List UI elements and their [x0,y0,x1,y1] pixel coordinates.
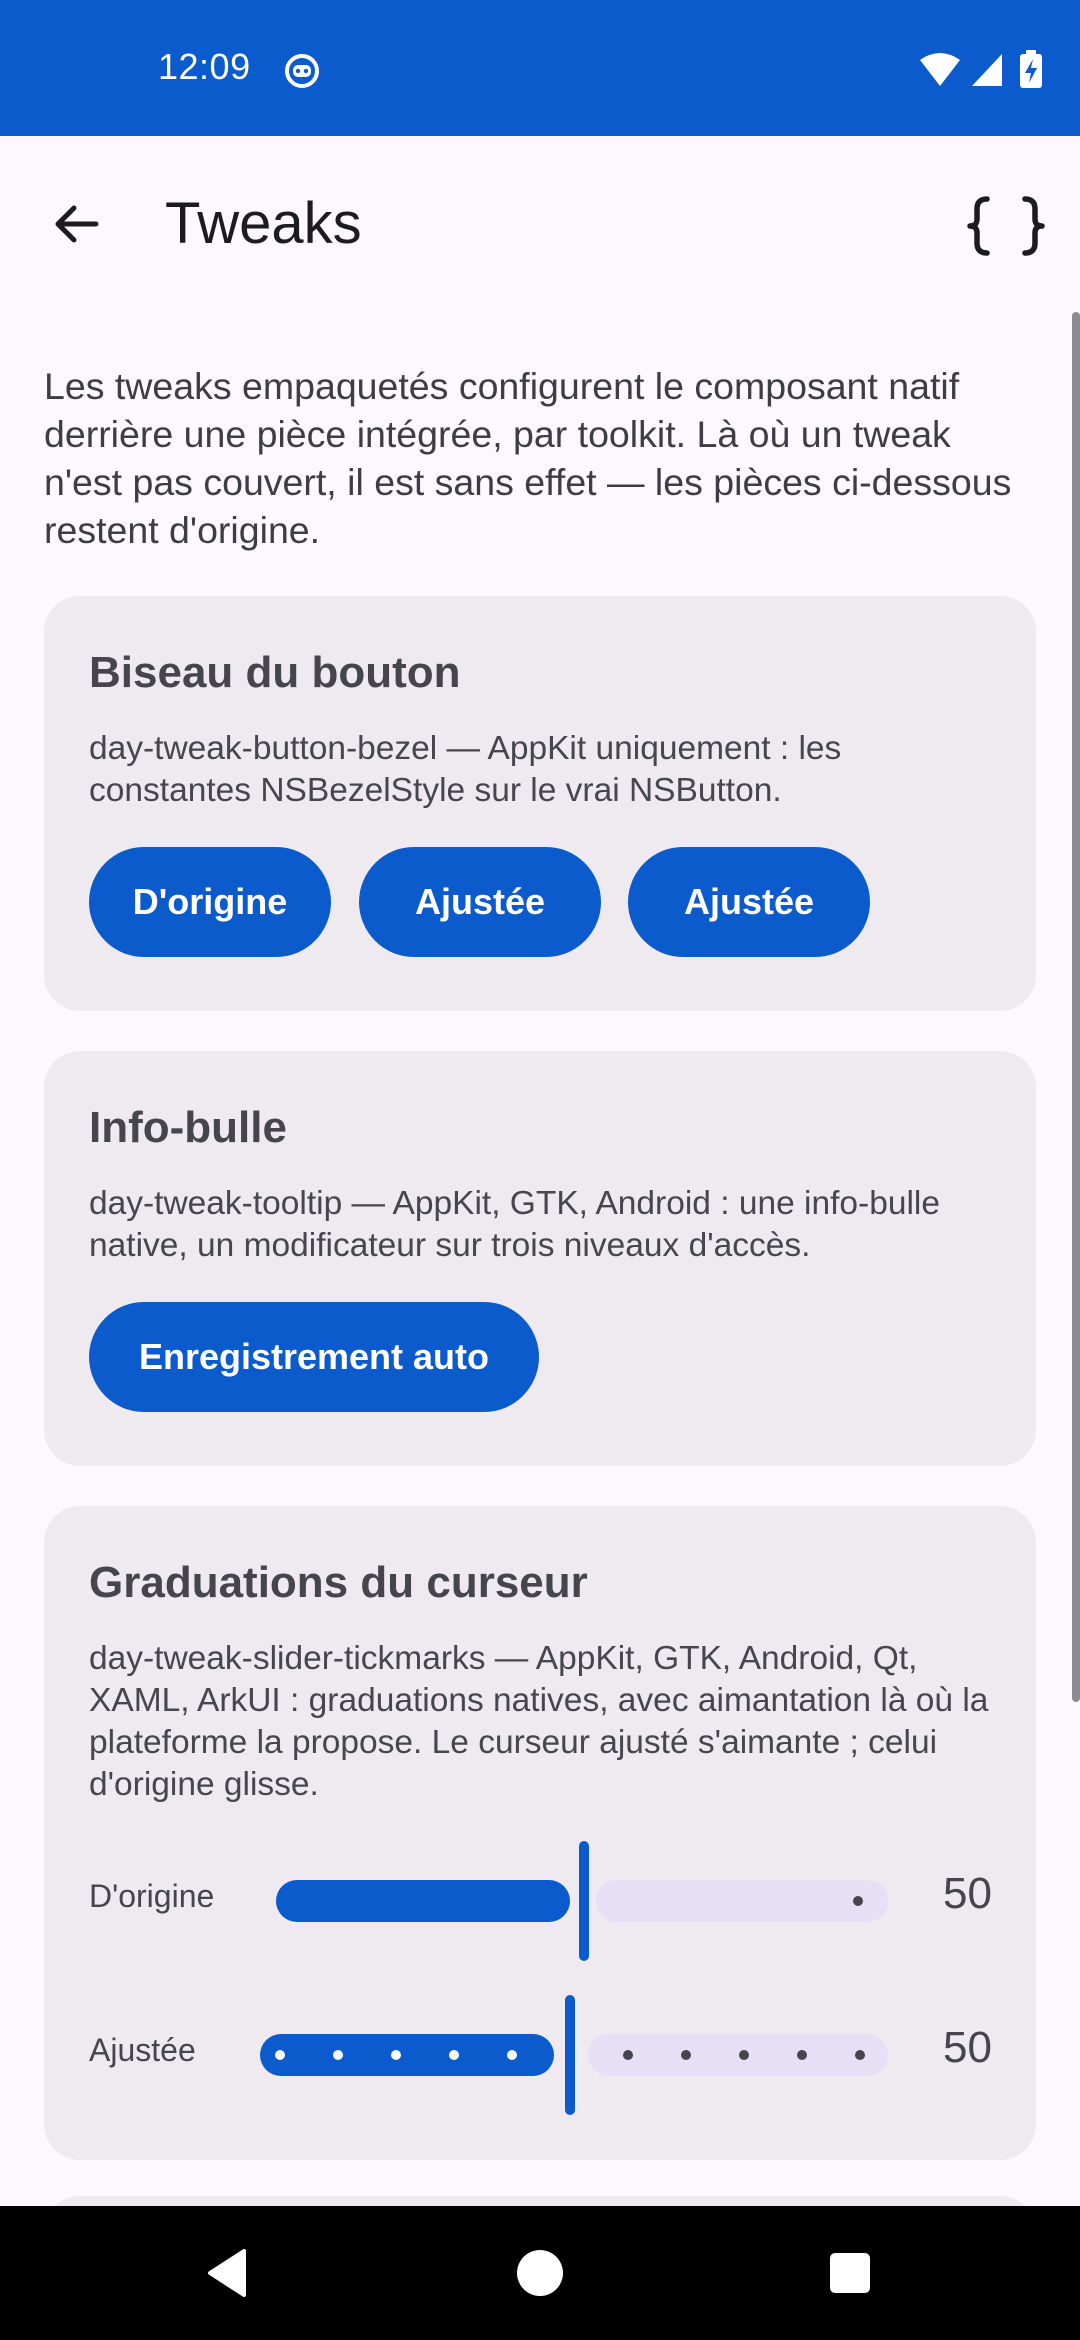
scrollbar[interactable] [1072,312,1080,1702]
curly-braces-icon [967,196,1045,256]
nav-back-button[interactable] [168,2206,288,2340]
code-view-button[interactable] [966,186,1046,266]
battery-charging-icon [1020,50,1042,88]
navigation-bar [0,2206,1080,2340]
card-title: Graduations du curseur [89,1558,588,1607]
slider-value-original: 50 [943,1869,992,1918]
card-tooltip: Info-bulle day-tweak-tooltip — AppKit, G… [44,1051,1036,1466]
card-button-bezel: Biseau du bouton day-tweak-button-bezel … [44,596,1036,1011]
slider-label-original: D'origine [89,1878,215,1914]
wifi-icon [920,53,960,86]
recents-square-icon [830,2253,870,2293]
bezel-adjusted-button-1[interactable]: Ajustée [359,847,601,957]
bezel-original-button[interactable]: D'origine [89,847,331,957]
slider-adjusted[interactable] [258,1990,934,2120]
app-bar: Tweaks [0,136,1080,316]
back-triangle-icon [208,2249,246,2297]
status-bar: 12:09 [0,0,1080,136]
page-title: Tweaks [165,191,362,256]
status-time: 12:09 [158,46,251,87]
card-description: day-tweak-button-bezel — AppKit uniqueme… [89,730,842,809]
slider-thumb[interactable] [579,1841,589,1961]
intro-text: Les tweaks empaquetés configurent le com… [44,365,1012,551]
card-description: day-tweak-tooltip — AppKit, GTK, Android… [89,1185,940,1264]
card-title: Biseau du bouton [89,648,461,697]
back-button[interactable] [44,192,108,256]
slider-thumb[interactable] [565,1995,575,2115]
card-slider-tickmarks: Graduations du curseur day-tweak-slider-… [44,1506,1036,2160]
bezel-adjusted-button-2[interactable]: Ajustée [628,847,870,957]
autosave-button[interactable]: Enregistrement auto [89,1302,539,1412]
slider-original[interactable] [274,1836,934,1966]
robot-face-icon [283,52,321,90]
home-circle-icon [517,2250,563,2296]
card-title: Info-bulle [89,1103,287,1152]
status-icons [860,48,1080,92]
nav-recents-button[interactable] [790,2206,910,2340]
slider-label-adjusted: Ajustée [89,2032,196,2068]
card-description: day-tweak-slider-tickmarks — AppKit, GTK… [89,1640,989,1803]
arrow-left-icon [55,205,99,243]
cellular-signal-icon [972,54,1002,86]
slider-value-adjusted: 50 [943,2023,992,2072]
nav-home-button[interactable] [480,2206,600,2340]
